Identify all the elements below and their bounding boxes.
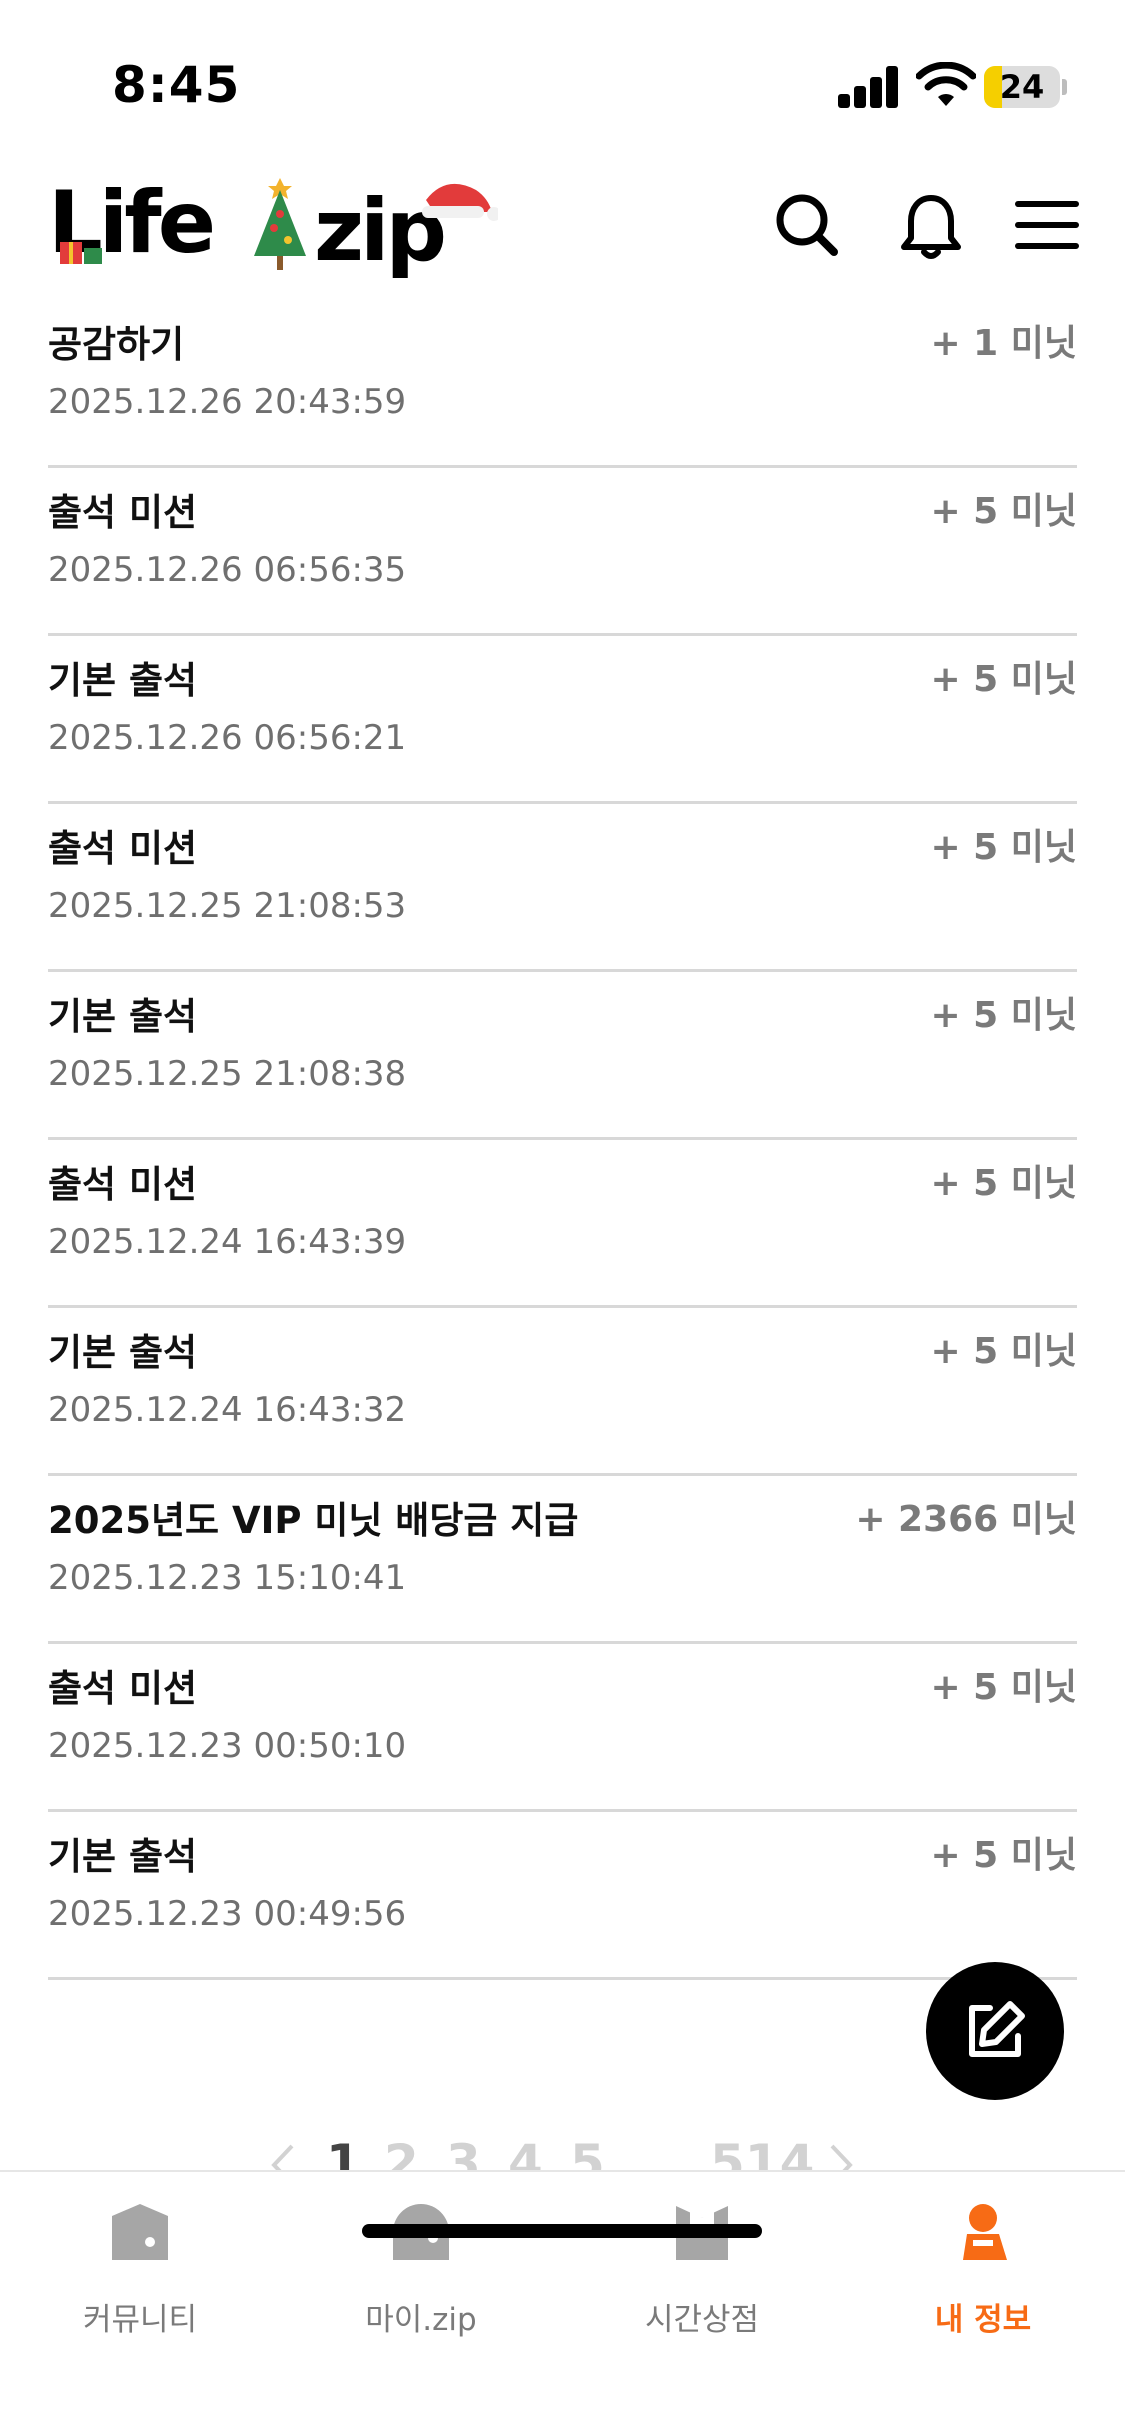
tab-my-zip[interactable]: 마이.zip — [281, 2202, 561, 2342]
edit-pencil-icon — [969, 2001, 1025, 2057]
item-title: 기본 출석 — [48, 659, 198, 702]
wifi-icon — [916, 62, 976, 106]
item-amount: + 5 미닛 — [930, 995, 1077, 1036]
list-item: 기본 출석 2025.12.26 06:56:21 + 5 미닛 — [48, 636, 1077, 804]
item-title: 출석 미션 — [48, 1667, 198, 1710]
status-time: 8:45 — [112, 56, 241, 114]
item-date: 2025.12.26 06:56:35 — [48, 550, 407, 590]
search-icon[interactable] — [772, 190, 842, 260]
item-title: 기본 출석 — [48, 1331, 198, 1374]
item-date: 2025.12.26 20:43:59 — [48, 382, 407, 422]
list-item: 출석 미션 2025.12.24 16:43:39 + 5 미닛 — [48, 1140, 1077, 1308]
tab-community-label: 커뮤니티 — [82, 2302, 198, 2338]
item-date: 2025.12.23 15:10:41 — [48, 1558, 407, 1598]
item-date: 2025.12.23 00:49:56 — [48, 1894, 407, 1934]
item-title: 출석 미션 — [48, 1163, 198, 1206]
bell-icon[interactable] — [896, 190, 966, 260]
cellular-signal-icon — [838, 66, 900, 108]
list-item: 2025년도 VIP 미닛 배당금 지급 2025.12.23 15:10:41… — [48, 1476, 1077, 1644]
life-zip-logo[interactable]: Life zip — [48, 170, 498, 280]
profile-icon — [963, 2204, 1007, 2260]
item-amount: + 5 미닛 — [930, 827, 1077, 868]
battery-icon: 24 — [984, 66, 1067, 108]
item-amount: + 1 미닛 — [930, 323, 1077, 364]
list-item: 출석 미션 2025.12.23 00:50:10 + 5 미닛 — [48, 1644, 1077, 1812]
list-item: 기본 출석 2025.12.25 21:08:38 + 5 미닛 — [48, 972, 1077, 1140]
list-item: 기본 출석 2025.12.24 16:43:32 + 5 미닛 — [48, 1308, 1077, 1476]
home-indicator[interactable] — [362, 2224, 762, 2238]
item-date: 2025.12.25 21:08:38 — [48, 1054, 407, 1094]
tab-community[interactable]: 커뮤니티 — [0, 2202, 280, 2342]
item-title: 출석 미션 — [48, 827, 198, 870]
item-amount: + 5 미닛 — [930, 1331, 1077, 1372]
item-date: 2025.12.24 16:43:32 — [48, 1390, 407, 1430]
item-amount: + 5 미닛 — [930, 659, 1077, 700]
tab-my-info[interactable]: 내 정보 — [843, 2202, 1123, 2342]
item-title: 출석 미션 — [48, 491, 198, 534]
item-date: 2025.12.24 16:43:39 — [48, 1222, 407, 1262]
status-bar: 8:45 24 — [0, 0, 1125, 150]
item-date: 2025.12.26 06:56:21 — [48, 718, 407, 758]
write-post-button[interactable] — [926, 1962, 1064, 2100]
item-amount: + 5 미닛 — [930, 1835, 1077, 1876]
list-item: 출석 미션 2025.12.25 21:08:53 + 5 미닛 — [48, 804, 1077, 972]
community-house-icon — [112, 2204, 168, 2260]
item-amount: + 5 미닛 — [930, 1667, 1077, 1708]
item-date: 2025.12.23 00:50:10 — [48, 1726, 407, 1766]
app-header: Life zip — [0, 165, 1125, 285]
item-date: 2025.12.25 21:08:53 — [48, 886, 407, 926]
list-item: 공감하기 2025.12.26 20:43:59 + 1 미닛 — [48, 300, 1077, 468]
list-item: 출석 미션 2025.12.26 06:56:35 + 5 미닛 — [48, 468, 1077, 636]
bottom-tab-bar: 커뮤니티 마이.zip 시간상점 내 정보 — [0, 2170, 1125, 2436]
item-amount: + 5 미닛 — [930, 491, 1077, 532]
svg-text:zip: zip — [314, 181, 444, 280]
item-amount: + 2366 미닛 — [855, 1499, 1077, 1540]
item-title: 기본 출석 — [48, 1835, 198, 1878]
tab-my-info-label: 내 정보 — [934, 2302, 1032, 2338]
item-title: 기본 출석 — [48, 995, 198, 1038]
battery-percent: 24 — [999, 68, 1045, 106]
tab-time-shop[interactable]: 시간상점 — [562, 2202, 842, 2342]
item-title: 공감하기 — [48, 323, 185, 366]
hamburger-menu-icon[interactable] — [1012, 190, 1082, 260]
item-title: 2025년도 VIP 미닛 배당금 지급 — [48, 1499, 579, 1542]
tab-time-shop-label: 시간상점 — [644, 2302, 760, 2338]
list-item: 기본 출석 2025.12.23 00:49:56 + 5 미닛 — [48, 1812, 1077, 1980]
tab-my-zip-label: 마이.zip — [365, 2302, 477, 2338]
minute-history-list: 공감하기 2025.12.26 20:43:59 + 1 미닛 출석 미션 20… — [48, 300, 1077, 1980]
item-amount: + 5 미닛 — [930, 1163, 1077, 1204]
